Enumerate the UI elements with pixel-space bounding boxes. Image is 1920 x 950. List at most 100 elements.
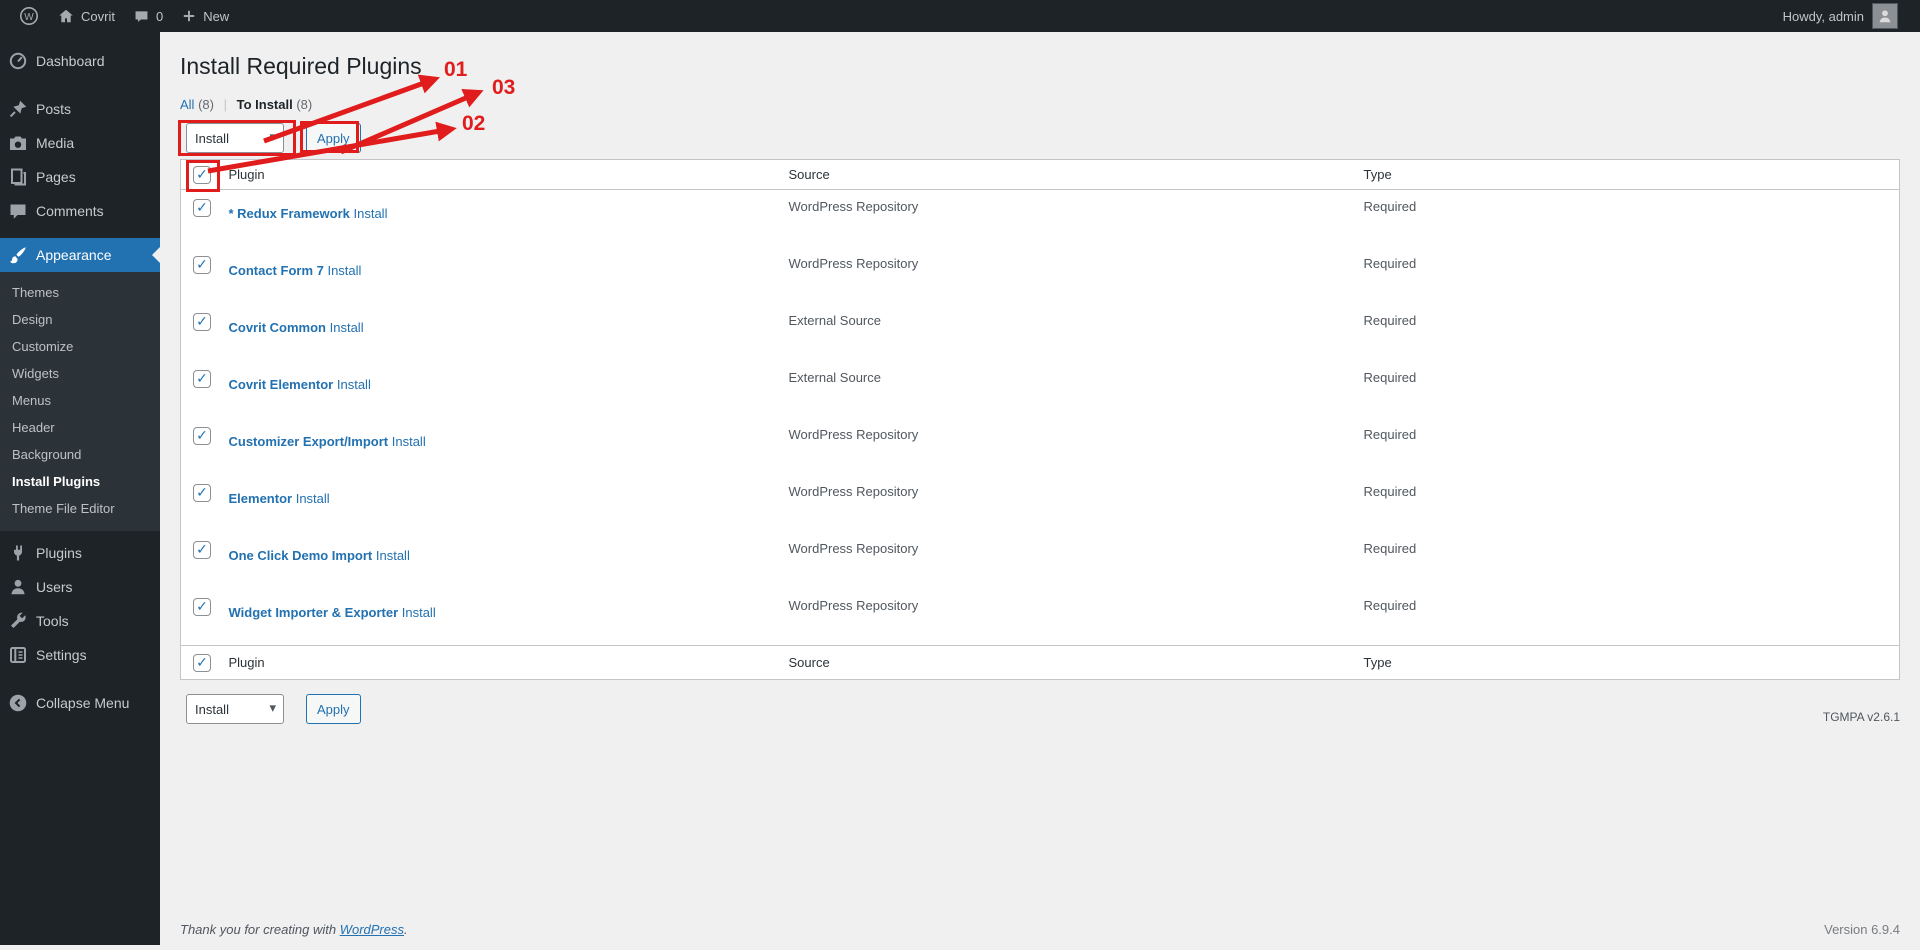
sidebar-separator: [0, 672, 160, 686]
row-checkbox[interactable]: [193, 369, 211, 388]
plugin-name-link[interactable]: * Redux Framework: [229, 206, 350, 221]
plug-icon: [0, 543, 36, 563]
table-row: One Click Demo Import Install WordPress …: [181, 532, 1900, 589]
plugin-type: Required: [1363, 483, 1417, 499]
row-checkbox[interactable]: [193, 597, 211, 616]
install-link[interactable]: Install: [337, 377, 371, 392]
submenu-item-background[interactable]: Background: [0, 441, 160, 468]
bulk-action-select-wrap: Install: [186, 123, 284, 153]
plugin-name-link[interactable]: One Click Demo Import: [229, 548, 373, 563]
sidebar-item-plugins[interactable]: Plugins: [0, 536, 160, 570]
plugin-name-link[interactable]: Elementor: [229, 491, 293, 506]
howdy-text[interactable]: Howdy, admin: [1783, 9, 1864, 24]
sidebar-item-posts[interactable]: Posts: [0, 92, 160, 126]
install-link[interactable]: Install: [402, 605, 436, 620]
sidebar-item-media[interactable]: Media: [0, 126, 160, 160]
sidebar-item-pages[interactable]: Pages: [0, 160, 160, 194]
sidebar-item-appearance[interactable]: Appearance: [0, 238, 160, 272]
column-footer-source: Source: [787, 645, 1363, 680]
row-checkbox[interactable]: [193, 312, 211, 331]
avatar[interactable]: [1872, 3, 1898, 29]
sidebar-separator: [0, 228, 160, 238]
sidebar-separator: [0, 78, 160, 92]
plugin-name-link[interactable]: Customizer Export/Import: [229, 434, 389, 449]
column-header-type: Type: [1362, 159, 1900, 190]
row-checkbox[interactable]: [193, 199, 211, 217]
submenu-item-theme-file-editor[interactable]: Theme File Editor: [0, 495, 160, 522]
install-link[interactable]: Install: [330, 320, 364, 335]
brush-icon: [0, 245, 36, 265]
select-all-checkbox-bottom[interactable]: [193, 653, 211, 672]
sidebar-label: Media: [36, 135, 75, 151]
plugin-type: Required: [1363, 540, 1417, 556]
bulk-action-select-bottom[interactable]: Install: [186, 694, 284, 724]
submenu-item-menus[interactable]: Menus: [0, 387, 160, 414]
table-header-row: Plugin Source Type: [180, 159, 1900, 190]
submenu-item-header[interactable]: Header: [0, 414, 160, 441]
sidebar-label: Users: [36, 579, 73, 595]
sidebar-item-users[interactable]: Users: [0, 570, 160, 604]
submenu-item-customize[interactable]: Customize: [0, 333, 160, 360]
submenu-item-design[interactable]: Design: [0, 306, 160, 333]
collapse-menu-label: Collapse Menu: [36, 695, 130, 711]
bulk-actions-top: Install Apply: [180, 123, 1900, 153]
install-link[interactable]: Install: [296, 491, 330, 506]
comments-indicator[interactable]: 0: [124, 0, 172, 32]
sidebar-label: Settings: [36, 647, 87, 663]
sidebar-item-settings[interactable]: Settings: [0, 638, 160, 672]
column-header-source: Source: [787, 159, 1363, 190]
svg-text:W: W: [24, 12, 34, 23]
row-checkbox[interactable]: [193, 483, 211, 502]
filter-to-install-count: (8): [296, 97, 313, 112]
plugin-type: Required: [1363, 312, 1417, 328]
row-checkbox[interactable]: [193, 540, 211, 559]
footer: Thank you for creating with WordPress. V…: [180, 922, 1900, 937]
main-content: Install Required Plugins All (8) | To In…: [160, 32, 1920, 945]
install-link[interactable]: Install: [376, 548, 410, 563]
plugin-name-link[interactable]: Widget Importer & Exporter: [229, 605, 399, 620]
filter-all-link[interactable]: All: [180, 97, 194, 112]
site-name-link[interactable]: Covrit: [48, 0, 124, 32]
column-footer-plugin[interactable]: Plugin: [227, 645, 788, 680]
wordpress-logo-menu[interactable]: W: [10, 0, 48, 32]
sidebar-label: Dashboard: [36, 53, 105, 69]
bulk-action-select[interactable]: Install: [186, 123, 284, 153]
bulk-action-select-wrap-bottom: Install: [186, 694, 284, 724]
new-label: New: [203, 8, 230, 24]
tgmpa-version: TGMPA v2.6.1: [1822, 710, 1900, 724]
plugin-type: Required: [1363, 369, 1417, 385]
sidebar-item-dashboard[interactable]: Dashboard: [0, 44, 160, 78]
new-content-menu[interactable]: New: [172, 0, 238, 32]
footer-thanks: Thank you for creating with WordPress.: [180, 922, 408, 937]
plugin-name-link[interactable]: Covrit Elementor: [229, 377, 334, 392]
install-link[interactable]: Install: [354, 206, 388, 221]
sidebar-label: Plugins: [36, 545, 82, 561]
comment-bubble-icon: [133, 8, 150, 25]
submenu-item-install-plugins[interactable]: Install Plugins: [0, 468, 160, 495]
select-all-checkbox[interactable]: [193, 165, 211, 184]
sidebar-item-tools[interactable]: Tools: [0, 604, 160, 638]
install-link[interactable]: Install: [392, 434, 426, 449]
plugin-name-link[interactable]: Covrit Common: [229, 320, 327, 335]
sidebar-label: Appearance: [36, 247, 112, 263]
submenu-item-widgets[interactable]: Widgets: [0, 360, 160, 387]
sidebar-item-comments[interactable]: Comments: [0, 194, 160, 228]
plugin-source: External Source: [788, 369, 882, 385]
submenu-item-themes[interactable]: Themes: [0, 279, 160, 306]
column-header-plugin[interactable]: Plugin: [227, 159, 788, 190]
apply-button-bottom[interactable]: Apply: [306, 694, 361, 724]
filter-to-install: To Install: [236, 97, 293, 112]
row-checkbox[interactable]: [193, 426, 211, 445]
row-checkbox[interactable]: [193, 255, 211, 274]
wordpress-link[interactable]: WordPress: [340, 922, 404, 937]
apply-button[interactable]: Apply: [306, 123, 361, 153]
comment-icon: [0, 201, 36, 221]
collapse-menu-button[interactable]: Collapse Menu: [0, 686, 160, 720]
table-row: Covrit Common Install External Source Re…: [181, 304, 1900, 361]
column-footer-type: Type: [1362, 645, 1900, 680]
install-link[interactable]: Install: [327, 263, 361, 278]
plugin-name-link[interactable]: Contact Form 7: [229, 263, 324, 278]
home-icon: [57, 7, 75, 25]
table-row: Elementor Install WordPress Repository R…: [181, 475, 1900, 532]
page-title: Install Required Plugins: [180, 53, 422, 79]
